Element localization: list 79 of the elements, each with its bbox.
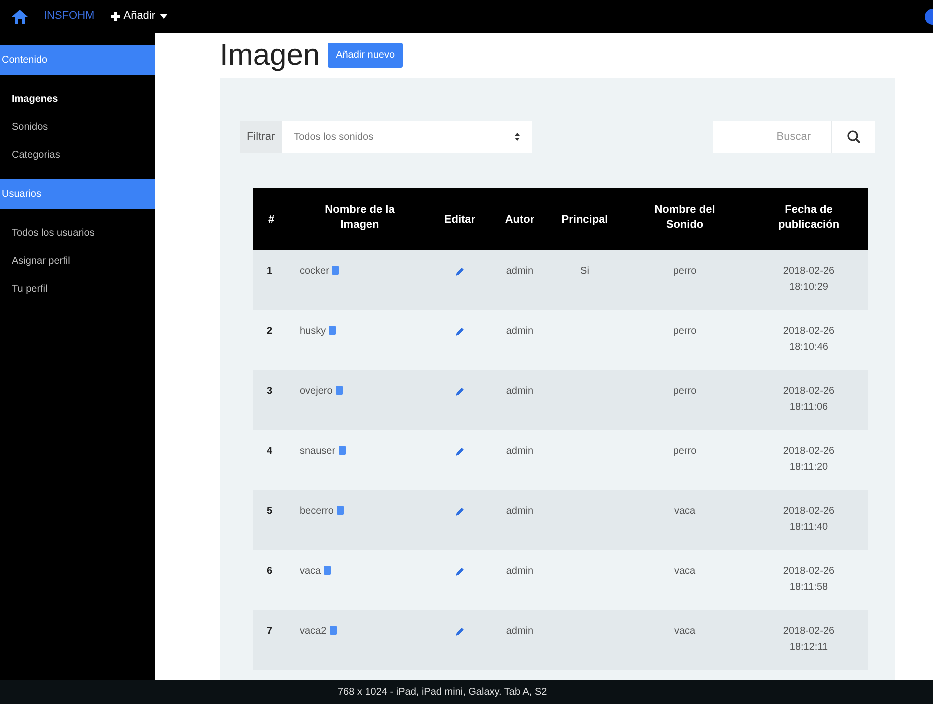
table-cell-text: admin <box>506 565 534 579</box>
trash-icon[interactable] <box>330 626 337 635</box>
table-cell-text: 2018-02-26 18:10:46 <box>782 325 836 355</box>
table-cell-text: 2018-02-26 18:11:20 <box>782 445 836 475</box>
pencil-icon[interactable] <box>456 326 464 336</box>
sidebar-item[interactable]: Sonidos <box>0 113 48 141</box>
column-header: Principal <box>562 213 608 228</box>
table-cell-text: vaca <box>674 565 696 579</box>
column-header: # <box>268 213 275 228</box>
plus-icon <box>110 12 120 21</box>
column-header: Editar <box>444 213 476 228</box>
table-cell-text: admin <box>506 625 534 639</box>
add-menu[interactable]: Añadir <box>110 8 168 25</box>
table-cell: cocker <box>300 266 330 277</box>
table-cell-text: vaca <box>674 505 696 519</box>
brand-link[interactable]: INSFOHM <box>44 8 95 25</box>
sidebar-item[interactable]: Imagenes <box>0 85 58 113</box>
trash-icon[interactable] <box>336 506 344 515</box>
pencil-icon[interactable] <box>456 266 464 276</box>
table-cell-text: vaca <box>674 625 696 639</box>
sidebar-item[interactable]: Categorias <box>0 141 60 169</box>
table-cell-text: 2 <box>267 325 273 339</box>
home-icon[interactable] <box>12 10 28 24</box>
search-button[interactable] <box>831 121 875 153</box>
table-cell: ovejero <box>300 386 333 397</box>
table-cell-text: 2018-02-26 18:10:29 <box>782 265 836 295</box>
table-cell-text: admin <box>506 265 534 279</box>
sidebar-item[interactable]: Todos los usuarios <box>0 219 95 247</box>
table-cell: snauser <box>300 446 336 457</box>
trash-icon[interactable] <box>324 566 332 575</box>
table-cell-text: admin <box>506 445 534 459</box>
trash-icon[interactable] <box>329 326 336 335</box>
filter-select[interactable]: Todos los sonidos <box>282 121 532 153</box>
table-cell-text: admin <box>506 505 534 519</box>
filter-label: Filtrar <box>240 121 282 153</box>
search-field[interactable]: Buscar <box>713 121 831 153</box>
table-cell-text: perro <box>673 445 697 459</box>
device-label: 768 x 1024 - iPad, iPad mini, Galaxy. Tab A, S2 <box>338 686 548 700</box>
column-header: Nombre del Sonido <box>654 202 716 232</box>
search-icon <box>846 130 860 144</box>
table-cell: vaca <box>300 566 322 577</box>
add-new-button[interactable]: Añadir nuevo <box>328 43 404 68</box>
sidebar-item[interactable]: Tu perfil <box>0 275 48 303</box>
table-cell-text: 6 <box>267 565 273 579</box>
table-cell: husky <box>300 326 326 337</box>
table-cell-text: admin <box>506 385 534 399</box>
table-cell: vaca2 <box>300 626 327 637</box>
pencil-icon[interactable] <box>456 386 464 396</box>
table-cell-text: Si <box>580 265 590 279</box>
sidebar-section-header[interactable]: Contenido <box>0 45 155 75</box>
table-cell-text: perro <box>673 265 697 279</box>
pencil-icon[interactable] <box>456 506 464 516</box>
pencil-icon[interactable] <box>456 566 464 576</box>
table-cell-text: 1 <box>267 265 273 279</box>
caret-icon <box>160 14 168 19</box>
column-header: Nombre de la Imagen <box>324 202 396 232</box>
table-cell-text: perro <box>673 325 697 339</box>
table-cell-text: 2018-02-26 18:11:06 <box>782 385 836 415</box>
table-cell: becerro <box>300 506 334 517</box>
trash-icon[interactable] <box>338 446 346 455</box>
column-header: Fecha de publicación <box>777 202 841 232</box>
trash-icon[interactable] <box>332 266 340 275</box>
trash-icon[interactable] <box>336 386 343 395</box>
pencil-icon[interactable] <box>456 626 464 636</box>
table-cell-text: 2018-02-26 18:11:58 <box>782 565 836 595</box>
table-cell-text: 3 <box>267 385 273 399</box>
sidebar-item[interactable]: Asignar perfil <box>0 247 70 275</box>
table-cell-text: 5 <box>267 505 273 519</box>
table-cell-text: 7 <box>267 625 273 639</box>
updown-icon <box>515 133 520 141</box>
table-cell-text: 4 <box>267 445 273 459</box>
table-cell-text: 2018-02-26 18:12:11 <box>782 625 836 655</box>
column-header: Autor <box>505 213 535 228</box>
page-title: Imagen <box>220 38 320 74</box>
table-cell-text: perro <box>673 385 697 399</box>
sidebar-section-header[interactable]: Usuarios <box>0 179 155 209</box>
table-cell-text: admin <box>506 325 534 339</box>
table-cell-text: 2018-02-26 18:11:40 <box>782 505 836 535</box>
pencil-icon[interactable] <box>456 446 464 456</box>
